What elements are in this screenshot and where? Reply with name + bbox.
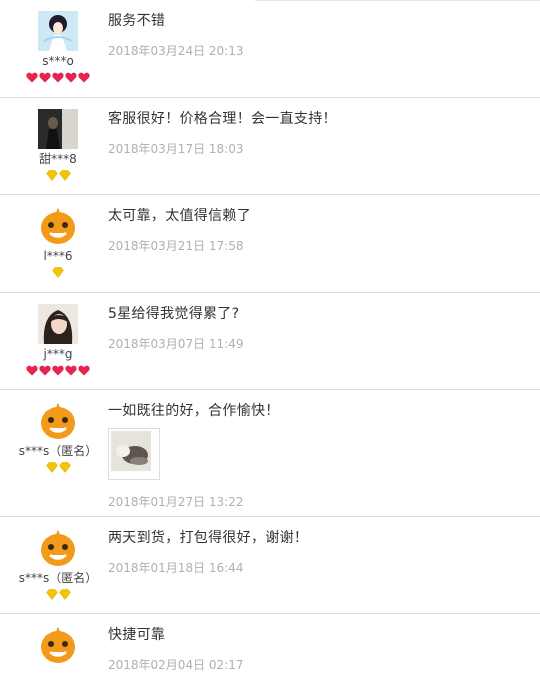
avatar[interactable] [38, 625, 78, 665]
red-heart-icon [65, 365, 77, 376]
username[interactable]: s***o [0, 54, 116, 68]
reviewer [0, 614, 116, 665]
username[interactable]: j***g [0, 347, 116, 361]
yellow-diamond-icon [45, 462, 58, 473]
review-text: 两天到货，打包得很好，谢谢！ [108, 530, 309, 546]
credit-badges [0, 170, 116, 182]
credit-badges [0, 462, 116, 474]
avatar[interactable] [38, 304, 78, 344]
review-content: 快捷可靠 2018年02月04日 02:17 [108, 625, 530, 673]
credit-badges [0, 365, 116, 377]
review-text: 快捷可靠 [108, 627, 166, 643]
yellow-diamond-icon [45, 170, 58, 181]
avatar[interactable] [38, 11, 78, 51]
review-text: 客服很好！价格合理！会一直支持！ [108, 111, 337, 127]
review-item: l***6 太可靠，太值得信赖了 2018年03月21日 17:58 [0, 195, 540, 293]
review-date: 2018年01月18日 16:44 [108, 561, 244, 575]
review-item: s***s（匿名） 一如既往的好，合作愉快！ 2018年01月27日 13:22 [0, 390, 540, 517]
red-heart-icon [39, 365, 51, 376]
username[interactable]: s***s（匿名） [0, 444, 116, 458]
review-text: 太可靠，太值得信赖了 [108, 208, 251, 224]
review-date: 2018年03月17日 18:03 [108, 142, 244, 156]
red-heart-icon [39, 72, 51, 83]
reviewer: s***s（匿名） [0, 390, 116, 474]
review-date: 2018年01月27日 13:22 [108, 495, 244, 509]
red-heart-icon [52, 365, 64, 376]
username[interactable]: s***s（匿名） [0, 571, 116, 585]
yellow-diamond-icon [45, 589, 58, 600]
review-item: s***o 服务不错 2018年03月24日 20:13 [0, 0, 540, 98]
avatar[interactable] [38, 528, 78, 568]
review-text: 一如既往的好，合作愉快！ [108, 403, 280, 419]
review-content: 客服很好！价格合理！会一直支持！ 2018年03月17日 18:03 [108, 109, 530, 157]
credit-badges [0, 589, 116, 601]
yellow-diamond-icon [58, 462, 71, 473]
username[interactable]: 甜***8 [0, 152, 116, 166]
red-heart-icon [78, 365, 90, 376]
reviewer: s***s（匿名） [0, 517, 116, 601]
review-list: s***o 服务不错 2018年03月24日 20:13 甜***8 客服很好！… [0, 0, 540, 684]
review-item: 快捷可靠 2018年02月04日 02:17 [0, 614, 540, 684]
review-text: 服务不错 [108, 13, 166, 29]
review-date: 2018年03月07日 11:49 [108, 337, 244, 351]
credit-badges [0, 267, 116, 279]
review-content: 服务不错 2018年03月24日 20:13 [108, 11, 530, 59]
avatar[interactable] [38, 109, 78, 149]
red-heart-icon [65, 72, 77, 83]
reviewer: s***o [0, 0, 116, 84]
red-heart-icon [26, 72, 38, 83]
review-item: s***s（匿名） 两天到货，打包得很好，谢谢！ 2018年01月18日 16:… [0, 517, 540, 614]
yellow-diamond-icon [52, 267, 64, 278]
avatar[interactable] [38, 206, 78, 246]
review-item: j***g 5星给得我觉得累了? 2018年03月07日 11:49 [0, 293, 540, 390]
reviewer: j***g [0, 293, 116, 377]
review-content: 两天到货，打包得很好，谢谢！ 2018年01月18日 16:44 [108, 528, 530, 576]
review-content: 太可靠，太值得信赖了 2018年03月21日 17:58 [108, 206, 530, 254]
review-photo-thumbnail[interactable] [108, 428, 160, 480]
review-content: 5星给得我觉得累了? 2018年03月07日 11:49 [108, 304, 530, 352]
red-heart-icon [78, 72, 90, 83]
yellow-diamond-icon [58, 589, 71, 600]
credit-badges [0, 72, 116, 84]
review-date: 2018年02月04日 02:17 [108, 658, 244, 672]
review-text: 5星给得我觉得累了? [108, 306, 240, 322]
username[interactable]: l***6 [0, 249, 116, 263]
review-date: 2018年03月21日 17:58 [108, 239, 244, 253]
avatar[interactable] [38, 401, 78, 441]
yellow-diamond-icon [58, 170, 71, 181]
review-date: 2018年03月24日 20:13 [108, 44, 244, 58]
review-content: 一如既往的好，合作愉快！ 2018年01月27日 13:22 [108, 401, 530, 510]
reviewer: l***6 [0, 195, 116, 279]
reviewer: 甜***8 [0, 98, 116, 182]
review-item: 甜***8 客服很好！价格合理！会一直支持！ 2018年03月17日 18:03 [0, 98, 540, 195]
red-heart-icon [52, 72, 64, 83]
red-heart-icon [26, 365, 38, 376]
